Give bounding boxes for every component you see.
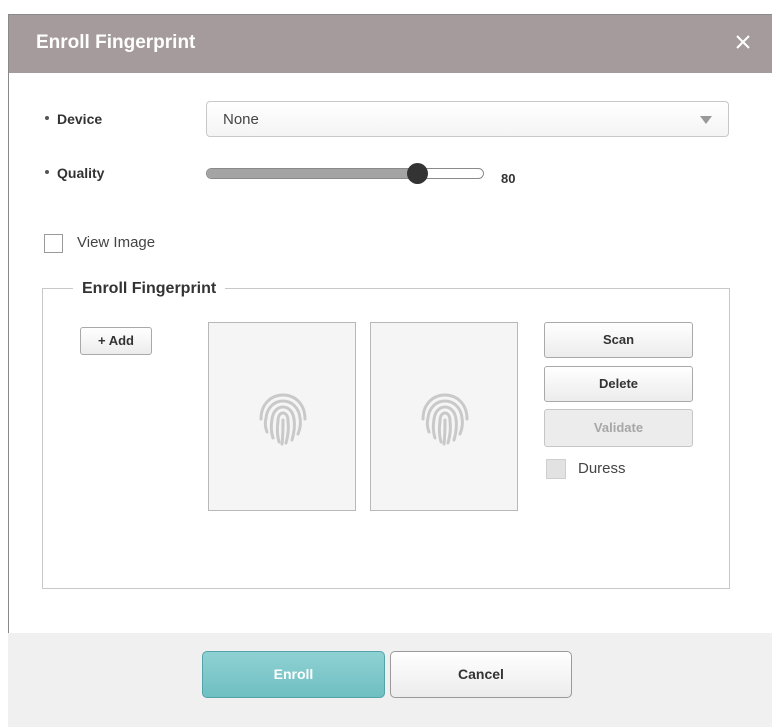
bullet-icon: [45, 116, 49, 121]
duress-label: Duress: [578, 460, 626, 477]
quality-label-text: Quality: [57, 165, 105, 181]
view-image-checkbox[interactable]: [44, 234, 63, 253]
scan-button[interactable]: Scan: [544, 322, 693, 358]
validate-button[interactable]: Validate: [544, 409, 693, 447]
device-label-text: Device: [57, 111, 103, 127]
device-select-value: None: [223, 111, 259, 128]
quality-slider-thumb[interactable]: [407, 163, 429, 184]
device-label: Device: [45, 111, 102, 127]
quality-slider-fill: [207, 169, 417, 178]
close-icon[interactable]: [728, 27, 758, 57]
dialog-titlebar: Enroll Fingerprint: [9, 15, 772, 73]
fingerprint-panel-1[interactable]: [208, 322, 356, 511]
quality-slider[interactable]: [206, 163, 486, 184]
cancel-button[interactable]: Cancel: [390, 651, 572, 698]
quality-slider-track: [206, 168, 484, 179]
enroll-fingerprint-legend: Enroll Fingerprint: [73, 280, 226, 298]
fingerprint-icon: [259, 393, 307, 446]
bullet-icon: [45, 170, 49, 175]
quality-value: 80: [501, 171, 516, 186]
enroll-button[interactable]: Enroll: [202, 651, 385, 698]
fingerprint-icon: [421, 393, 469, 446]
view-image-label: View Image: [77, 234, 156, 251]
dialog-title: Enroll Fingerprint: [36, 32, 196, 53]
duress-checkbox[interactable]: [546, 459, 566, 479]
quality-label: Quality: [45, 165, 104, 181]
delete-button[interactable]: Delete: [544, 366, 693, 402]
device-select[interactable]: None: [206, 101, 729, 137]
chevron-down-icon: [700, 116, 712, 124]
add-button[interactable]: + Add: [80, 327, 152, 355]
fingerprint-panel-2[interactable]: [370, 322, 518, 511]
